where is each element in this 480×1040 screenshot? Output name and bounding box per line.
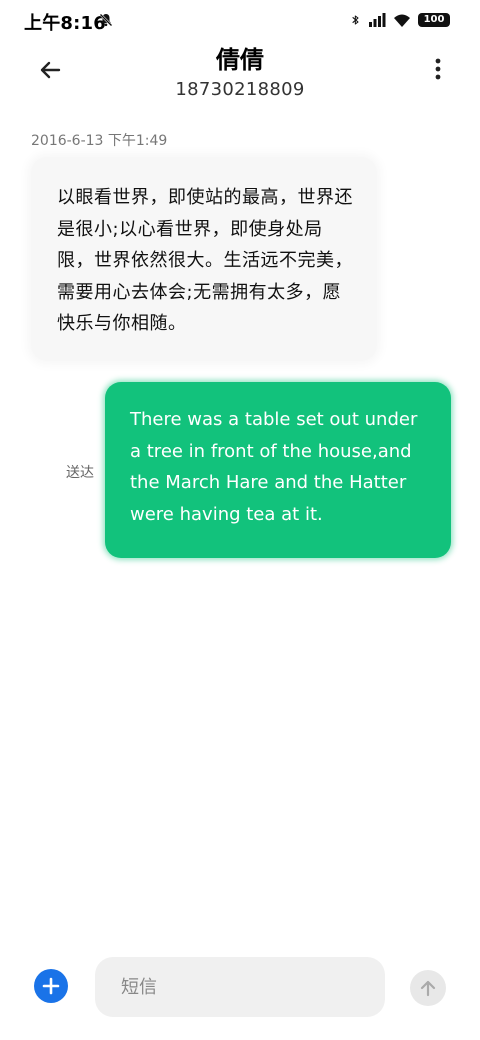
delivery-status: 送达 (66, 465, 94, 481)
message-timestamp: 2016-6-13 下午1:49 (31, 133, 168, 149)
signal-icon (369, 13, 386, 27)
add-attachment-button[interactable] (34, 969, 68, 1003)
incoming-message-bubble[interactable]: 以眼看世界，即使站的最高，世界还是很小;以心看世界，即使身处局限，世界依然很大。… (31, 157, 377, 361)
sms-conversation-screen: 上午8:16 100 倩倩 18730218809 2016-6-13 下午1:… (0, 0, 480, 1040)
status-bar: 上午8:16 100 (0, 0, 480, 40)
message-input[interactable] (95, 957, 385, 1017)
plus-icon (42, 977, 60, 995)
mute-icon (99, 13, 113, 27)
conversation-header: 倩倩 18730218809 (0, 40, 480, 100)
contact-name: 倩倩 (216, 46, 264, 74)
more-options-button[interactable] (426, 52, 450, 86)
arrow-up-icon (420, 980, 436, 997)
wifi-icon (394, 14, 410, 27)
bluetooth-icon (352, 15, 359, 25)
contact-number: 18730218809 (175, 79, 305, 100)
more-vertical-icon (435, 58, 441, 80)
send-button[interactable] (410, 970, 446, 1006)
incoming-message-text: 以眼看世界，即使站的最高，世界还是很小;以心看世界，即使身处局限，世界依然很大。… (57, 187, 353, 334)
contact-title: 倩倩 18730218809 (0, 40, 480, 100)
battery-icon: 100 (418, 13, 450, 27)
status-icons: 100 (350, 11, 450, 29)
outgoing-message-text: There was a table set out under a tree i… (130, 409, 418, 525)
outgoing-message-bubble[interactable]: There was a table set out under a tree i… (105, 382, 451, 558)
status-time: 上午8:16 (24, 13, 106, 34)
